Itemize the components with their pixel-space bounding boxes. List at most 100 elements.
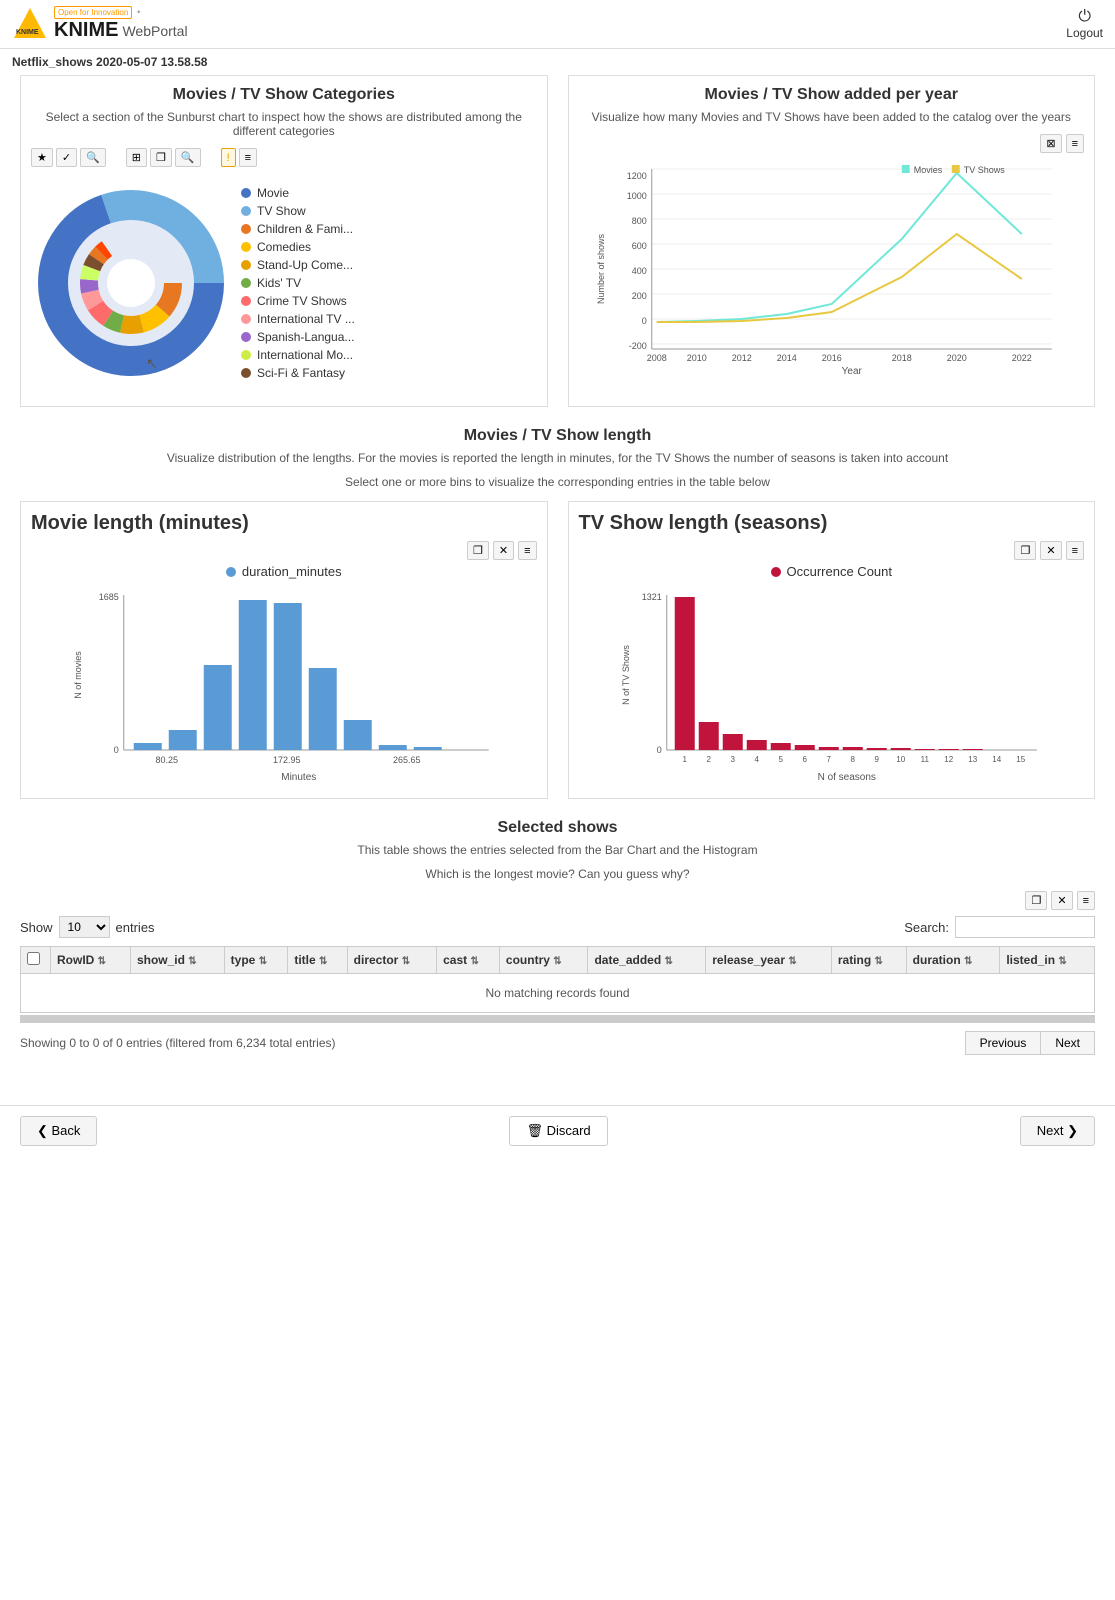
legend-label-tvshow: TV Show — [257, 204, 306, 218]
svg-text:-200: -200 — [628, 341, 646, 351]
svg-text:14: 14 — [992, 755, 1001, 764]
svg-text:15: 15 — [1016, 755, 1025, 764]
legend-dot-spanish — [241, 332, 251, 342]
sunburst-toolbar-group1: ★ ✓ 🔍 — [31, 148, 106, 167]
sort-rowid: ⇅ — [98, 956, 106, 967]
legend-comedies: Comedies — [241, 240, 537, 254]
linechart-area: -200 0 200 400 600 800 1000 1200 2008 20… — [579, 159, 1085, 379]
col-country[interactable]: country ⇅ — [499, 947, 588, 974]
legend-tvshow: TV Show — [241, 204, 537, 218]
tvshow-hist-close-btn[interactable]: ✕ — [1040, 541, 1061, 560]
table-subtitle1: This table shows the entries selected fr… — [20, 843, 1095, 857]
table-close-btn[interactable]: ✕ — [1051, 891, 1072, 910]
col-cast[interactable]: cast ⇅ — [437, 947, 500, 974]
knime-logo-icon: KNIME — [12, 6, 48, 42]
svg-text:N of movies: N of movies — [73, 651, 83, 699]
selected-shows-table: RowID ⇅ show_id ⇅ type ⇅ title ⇅ directo… — [20, 946, 1095, 1013]
knime-wordmark: KNIME — [54, 19, 118, 42]
zoom2-toolbar-btn[interactable]: 🔍 — [175, 148, 201, 167]
svg-text:2010: 2010 — [686, 353, 706, 363]
next-page-button[interactable]: Next — [1040, 1031, 1095, 1055]
table-footer-info: Showing 0 to 0 of 0 entries (filtered fr… — [20, 1036, 336, 1050]
col-rating[interactable]: rating ⇅ — [831, 947, 906, 974]
tvshow-hist-legend-dot — [771, 567, 781, 577]
svg-text:KNIME: KNIME — [16, 29, 39, 36]
movie-hist-copy-btn[interactable]: ❐ — [467, 541, 489, 560]
previous-button[interactable]: Previous — [965, 1031, 1041, 1055]
svg-text:1: 1 — [682, 755, 687, 764]
show-label: Show — [20, 920, 53, 935]
movie-histogram-panel: Movie length (minutes) ❐ ✕ ≡ duration_mi… — [20, 501, 548, 799]
movie-hist-list-btn[interactable]: ≡ — [518, 541, 536, 560]
star-toolbar-btn[interactable]: ★ — [31, 148, 53, 167]
tvshow-hist-svg[interactable]: N of TV Shows 1321 0 — [579, 585, 1085, 785]
legend-label-comedies: Comedies — [257, 240, 311, 254]
svg-text:2008: 2008 — [646, 353, 666, 363]
sunburst-toolbar: ★ ✓ 🔍 ⊞ ❐ 🔍 ! ≡ — [31, 148, 537, 167]
table-scrollbar[interactable] — [20, 1015, 1095, 1023]
top-charts-row: Movies / TV Show Categories Select a sec… — [20, 75, 1095, 407]
col-type[interactable]: type ⇅ — [224, 947, 288, 974]
tvshow-hist-copy-btn[interactable]: ❐ — [1014, 541, 1036, 560]
back-button[interactable]: ❮ Back — [20, 1116, 97, 1146]
svg-text:80.25: 80.25 — [155, 755, 178, 765]
list-toolbar-btn[interactable]: ≡ — [239, 148, 257, 167]
movie-hist-svg[interactable]: N of movies 1685 0 — [31, 585, 537, 785]
star-icon: ✦ — [136, 9, 141, 16]
discard-button[interactable]: 🗑 Discard — [509, 1116, 607, 1146]
logout-area[interactable]: ⏻ Logout — [1066, 8, 1103, 40]
next-button[interactable]: Next ❯ — [1020, 1116, 1095, 1146]
sort-country: ⇅ — [553, 956, 561, 967]
warn-toolbar-btn[interactable]: ! — [221, 148, 236, 167]
col-release-year[interactable]: release_year ⇅ — [706, 947, 832, 974]
table-copy-btn[interactable]: ❐ — [1025, 891, 1047, 910]
copy-toolbar-btn[interactable]: ❐ — [150, 148, 172, 167]
length-section: Movies / TV Show length Visualize distri… — [20, 427, 1095, 799]
linechart-resize-btn[interactable]: ⊠ — [1040, 134, 1061, 153]
legend-dot-movie — [241, 188, 251, 198]
table-list-btn[interactable]: ≡ — [1077, 891, 1095, 910]
col-listed-in[interactable]: listed_in ⇅ — [1000, 947, 1095, 974]
logo-text-group: Open for Innovation ✦ KNIME WebPortal — [54, 6, 188, 42]
svg-text:1000: 1000 — [626, 191, 646, 201]
legend-crime: Crime TV Shows — [241, 294, 537, 308]
bottom-nav: ❮ Back 🗑 Discard Next ❯ — [0, 1105, 1115, 1156]
zoom-toolbar-btn[interactable]: 🔍 — [80, 148, 106, 167]
select-all-checkbox[interactable] — [27, 952, 40, 965]
legend-dot-comedies — [241, 242, 251, 252]
svg-text:6: 6 — [802, 755, 807, 764]
col-duration[interactable]: duration ⇅ — [906, 947, 1000, 974]
power-icon: ⏻ — [1078, 8, 1091, 26]
grid-toolbar-btn[interactable]: ⊞ — [126, 148, 147, 167]
legend-label-kidstv: Kids' TV — [257, 276, 301, 290]
svg-text:1321: 1321 — [641, 592, 661, 602]
tvshow-hist-list-btn[interactable]: ≡ — [1066, 541, 1084, 560]
entries-select[interactable]: 10 25 50 100 — [59, 916, 110, 938]
no-records-row: No matching records found — [21, 974, 1095, 1013]
search-input[interactable] — [955, 916, 1095, 938]
col-title[interactable]: title ⇅ — [288, 947, 347, 974]
sunburst-svg[interactable]: ↖ — [31, 173, 231, 396]
open-innovation-badge: Open for Innovation — [54, 6, 132, 19]
svg-text:5: 5 — [778, 755, 783, 764]
col-date-added[interactable]: date_added ⇅ — [588, 947, 706, 974]
table-title: Selected shows — [20, 819, 1095, 837]
svg-text:8: 8 — [850, 755, 855, 764]
legend-dot-crime — [241, 296, 251, 306]
col-rowid[interactable]: RowID ⇅ — [51, 947, 131, 974]
search-area: Search: — [904, 916, 1095, 938]
sort-listed-in: ⇅ — [1058, 956, 1066, 967]
linechart-list-btn[interactable]: ≡ — [1066, 134, 1084, 153]
svg-text:N of TV Shows: N of TV Shows — [620, 645, 630, 705]
svg-text:400: 400 — [631, 266, 646, 276]
search-label: Search: — [904, 920, 949, 935]
movie-hist-close-btn[interactable]: ✕ — [493, 541, 514, 560]
col-showid[interactable]: show_id ⇅ — [130, 947, 224, 974]
movie-histogram-title: Movie length (minutes) — [31, 512, 537, 535]
sort-duration: ⇅ — [964, 956, 972, 967]
table-toolbar: ❐ ✕ ≡ — [20, 891, 1095, 910]
tvshow-histogram-panel: TV Show length (seasons) ❐ ✕ ≡ Occurrenc… — [568, 501, 1096, 799]
logout-label[interactable]: Logout — [1066, 26, 1103, 40]
check-toolbar-btn[interactable]: ✓ — [56, 148, 77, 167]
col-director[interactable]: director ⇅ — [347, 947, 436, 974]
